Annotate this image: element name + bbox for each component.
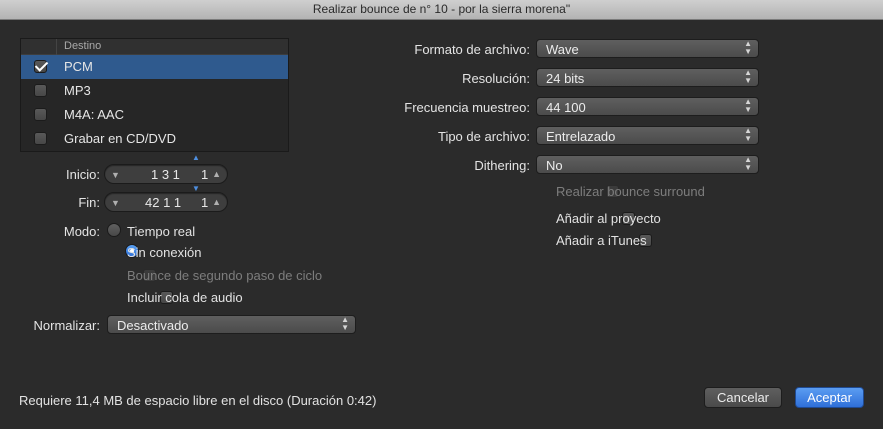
dithering-label: Dithering: [474,158,530,173]
end-value: 42 1 1 [145,195,182,210]
popup-arrows-icon: ▲ ▼ [744,97,752,114]
add-project-label[interactable]: Añadir al proyecto [556,211,661,226]
popup-arrows-icon: ▲ ▼ [744,68,752,85]
destination-label: M4A: AAC [64,107,124,122]
popup-arrows-icon: ▲ ▼ [341,315,349,332]
window-title: Realizar bounce de n° 10 - por la sierra… [0,0,883,20]
popup-arrows-icon: ▲ ▼ [744,39,752,56]
destination-label: MP3 [64,83,91,98]
start-value: 1 3 1 [151,167,180,182]
audio-tail-label[interactable]: Incluir cola de audio [127,290,243,305]
mp3-checkbox[interactable] [34,84,47,97]
checkbox-column-header [21,39,57,55]
normalize-value: Desactivado [117,318,189,333]
destination-table: Destino PCM MP3 M4A: AAC Grabar en CD/DV… [20,38,289,152]
destination-row-m4a[interactable]: M4A: AAC [21,103,288,127]
file-type-popup[interactable]: Entrelazado ▲ ▼ [536,126,759,145]
cancel-button[interactable]: Cancelar [704,387,782,408]
offline-label[interactable]: Sin conexión [127,245,201,260]
realtime-radio[interactable] [107,223,121,237]
normalize-popup[interactable]: Desactivado ▲ ▼ [107,315,356,334]
pcm-checkbox[interactable] [34,60,47,73]
m4a-checkbox[interactable] [34,108,47,121]
popup-arrows-icon: ▲ ▼ [744,126,752,143]
resolution-popup[interactable]: 24 bits ▲ ▼ [536,68,759,87]
start-label: Inicio: [66,167,100,182]
start-position-field[interactable]: ▼ 1 3 1 1 ▲ [104,164,228,184]
dithering-value: No [546,158,563,173]
start-increment-icon[interactable]: ▲ [212,169,221,179]
destination-label: Grabar en CD/DVD [64,131,176,146]
realtime-label[interactable]: Tiempo real [127,224,195,239]
popup-arrows-icon: ▲ ▼ [744,155,752,172]
destination-row-cd[interactable]: Grabar en CD/DVD [21,127,288,151]
resolution-label: Resolución: [462,71,530,86]
start-subvalue: 1 [201,167,209,182]
destination-row-mp3[interactable]: MP3 [21,79,288,103]
end-increment-icon[interactable]: ▲ [212,197,221,207]
destination-header: Destino [21,39,288,55]
file-format-popup[interactable]: Wave ▲ ▼ [536,39,759,58]
cycle-bounce-label: Bounce de segundo paso de ciclo [127,268,323,283]
disk-space-status: Requiere 11,4 MB de espacio libre en el … [19,393,377,408]
dithering-popup[interactable]: No ▲ ▼ [536,155,759,174]
destination-row-pcm[interactable]: PCM [21,55,288,79]
accept-button[interactable]: Aceptar [795,387,864,408]
start-up-marker-icon: ▲ [192,153,200,162]
file-format-label: Formato de archivo: [414,42,530,57]
file-type-label: Tipo de archivo: [437,129,530,144]
cd-checkbox[interactable] [34,132,47,145]
sample-rate-label: Frecuencia muestreo: [404,100,530,115]
destination-header-label: Destino [64,40,102,52]
sample-rate-value: 44 100 [546,100,586,115]
file-type-value: Entrelazado [546,129,616,144]
resolution-value: 24 bits [546,71,585,86]
end-decrement-icon[interactable]: ▼ [111,198,120,208]
normalize-label: Normalizar: [33,318,100,333]
surround-label: Realizar bounce surround [556,184,705,199]
sample-rate-popup[interactable]: 44 100 ▲ ▼ [536,97,759,116]
start-decrement-icon[interactable]: ▼ [111,170,120,180]
end-subvalue: 1 [201,195,209,210]
end-label: Fin: [78,195,100,210]
mode-label: Modo: [63,224,100,239]
destination-label: PCM [64,59,93,74]
end-position-field[interactable]: ▼ 42 1 1 1 ▲ [104,192,228,212]
add-itunes-label[interactable]: Añadir a iTunes [556,233,647,248]
file-format-value: Wave [546,42,579,57]
